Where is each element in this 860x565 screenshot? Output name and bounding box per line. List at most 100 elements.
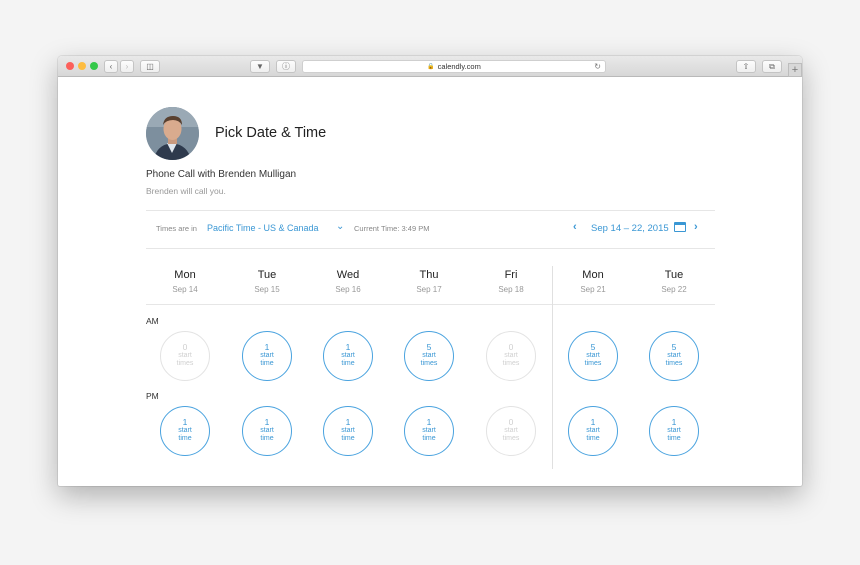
slot-count: 5 <box>590 342 596 353</box>
pocket-icon[interactable]: ▼ <box>250 60 270 73</box>
minimize-window-button[interactable] <box>78 62 86 70</box>
am-slot-button: 0 start times <box>486 331 536 381</box>
slot-count: 1 <box>264 342 270 353</box>
slot-label: time <box>341 435 355 443</box>
slot-label: start <box>667 426 681 434</box>
calendar-icon[interactable] <box>674 222 686 232</box>
day-name: Tue <box>257 269 277 281</box>
browser-window: ‹ › ◫ ▼ ⓘ 🔒 calendly.com ↻ ⇧ ⧉ Pick Date… <box>58 56 802 486</box>
event-description: Brenden will call you. <box>146 186 226 196</box>
slot-label: time <box>422 435 436 443</box>
pm-label: PM <box>146 391 159 401</box>
pm-slot-button[interactable]: 1 start time <box>242 406 292 456</box>
day-name: Mon <box>582 269 604 281</box>
slot-label: time <box>260 360 274 368</box>
slot-label: start <box>260 351 274 359</box>
avatar-photo-icon <box>146 107 199 160</box>
am-slot-button[interactable]: 5 start times <box>649 331 699 381</box>
current-time: Current Time: 3:49 PM <box>354 224 430 233</box>
day-date: Sep 15 <box>254 285 280 294</box>
day-date: Sep 18 <box>498 285 524 294</box>
day-column-header: Fri Sep 18 <box>471 269 551 294</box>
slot-count: 1 <box>345 342 351 353</box>
forward-icon[interactable]: › <box>120 60 134 73</box>
slot-label: time <box>667 435 681 443</box>
slot-label: start <box>260 426 274 434</box>
page-title: Pick Date & Time <box>215 125 327 141</box>
timezone-select[interactable]: Pacific Time - US & Canada <box>207 223 319 233</box>
address-bar[interactable]: 🔒 calendly.com ↻ <box>302 60 606 73</box>
chevron-down-icon[interactable]: ⌄ <box>336 221 344 232</box>
slot-label: start <box>422 426 436 434</box>
day-column-header: Mon Sep 21 <box>553 269 633 294</box>
slot-count: 5 <box>426 342 432 353</box>
slot-label: start <box>504 426 518 434</box>
slot-count: 1 <box>264 417 270 428</box>
slot-label: times <box>502 435 520 443</box>
pm-slot-button[interactable]: 1 start time <box>568 406 618 456</box>
day-name: Thu <box>419 269 439 281</box>
lock-icon: 🔒 <box>427 64 435 70</box>
slot-label: start <box>178 426 192 434</box>
info-icon[interactable]: ⓘ <box>276 60 296 73</box>
slot-count: 1 <box>182 417 188 428</box>
next-week-button[interactable]: › <box>694 221 698 233</box>
slot-count: 0 <box>508 417 514 428</box>
slot-label: times <box>420 360 438 368</box>
slot-count: 0 <box>182 342 188 353</box>
avatar <box>146 107 199 160</box>
pm-slot-button: 0 start times <box>486 406 536 456</box>
day-column-header: Wed Sep 16 <box>308 269 388 294</box>
slot-label: times <box>665 360 683 368</box>
slot-label: start <box>504 351 518 359</box>
day-date: Sep 21 <box>580 285 606 294</box>
slot-label: start <box>341 426 355 434</box>
day-date: Sep 17 <box>416 285 442 294</box>
day-date: Sep 16 <box>335 285 361 294</box>
date-range: Sep 14 – 22, 2015 <box>591 223 669 234</box>
slot-label: start <box>586 426 600 434</box>
slot-count: 1 <box>345 417 351 428</box>
slot-count: 1 <box>671 417 677 428</box>
day-header-divider <box>146 304 715 305</box>
pm-slot-button[interactable]: 1 start time <box>404 406 454 456</box>
pm-slot-button[interactable]: 1 start time <box>160 406 210 456</box>
new-tab-button[interactable]: + <box>788 63 802 77</box>
reload-icon[interactable]: ↻ <box>594 62 601 71</box>
am-slot-button[interactable]: 1 start time <box>242 331 292 381</box>
slot-label: time <box>586 435 600 443</box>
browser-toolbar: ‹ › ◫ ▼ ⓘ 🔒 calendly.com ↻ ⇧ ⧉ <box>58 56 802 77</box>
previous-week-button[interactable]: ‹ <box>573 221 577 233</box>
slot-count: 0 <box>508 342 514 353</box>
event-name: Phone Call with Brenden Mulligan <box>146 169 297 180</box>
slot-label: time <box>178 435 192 443</box>
share-icon[interactable]: ⇧ <box>736 60 756 73</box>
day-name: Mon <box>174 269 196 281</box>
day-column-header: Tue Sep 15 <box>227 269 307 294</box>
slot-label: start <box>586 351 600 359</box>
slot-count: 5 <box>671 342 677 353</box>
pm-slot-button[interactable]: 1 start time <box>323 406 373 456</box>
day-name: Tue <box>664 269 684 281</box>
day-date: Sep 22 <box>661 285 687 294</box>
close-window-button[interactable] <box>66 62 74 70</box>
sidebar-icon[interactable]: ◫ <box>140 60 160 73</box>
slot-label: start <box>341 351 355 359</box>
day-name: Wed <box>336 269 360 281</box>
zoom-window-button[interactable] <box>90 62 98 70</box>
back-icon[interactable]: ‹ <box>104 60 118 73</box>
divider <box>146 248 715 249</box>
slot-count: 1 <box>590 417 596 428</box>
pm-slot-button[interactable]: 1 start time <box>649 406 699 456</box>
timezone-label: Times are in <box>156 224 197 233</box>
slot-label: start <box>422 351 436 359</box>
url-text: calendly.com <box>437 62 481 71</box>
am-slot-button[interactable]: 1 start time <box>323 331 373 381</box>
am-slot-button[interactable]: 5 start times <box>568 331 618 381</box>
slot-count: 1 <box>426 417 432 428</box>
day-column-header: Tue Sep 22 <box>634 269 714 294</box>
am-slot-button[interactable]: 5 start times <box>404 331 454 381</box>
tabs-icon[interactable]: ⧉ <box>762 60 782 73</box>
divider <box>146 210 715 211</box>
day-date: Sep 14 <box>172 285 198 294</box>
